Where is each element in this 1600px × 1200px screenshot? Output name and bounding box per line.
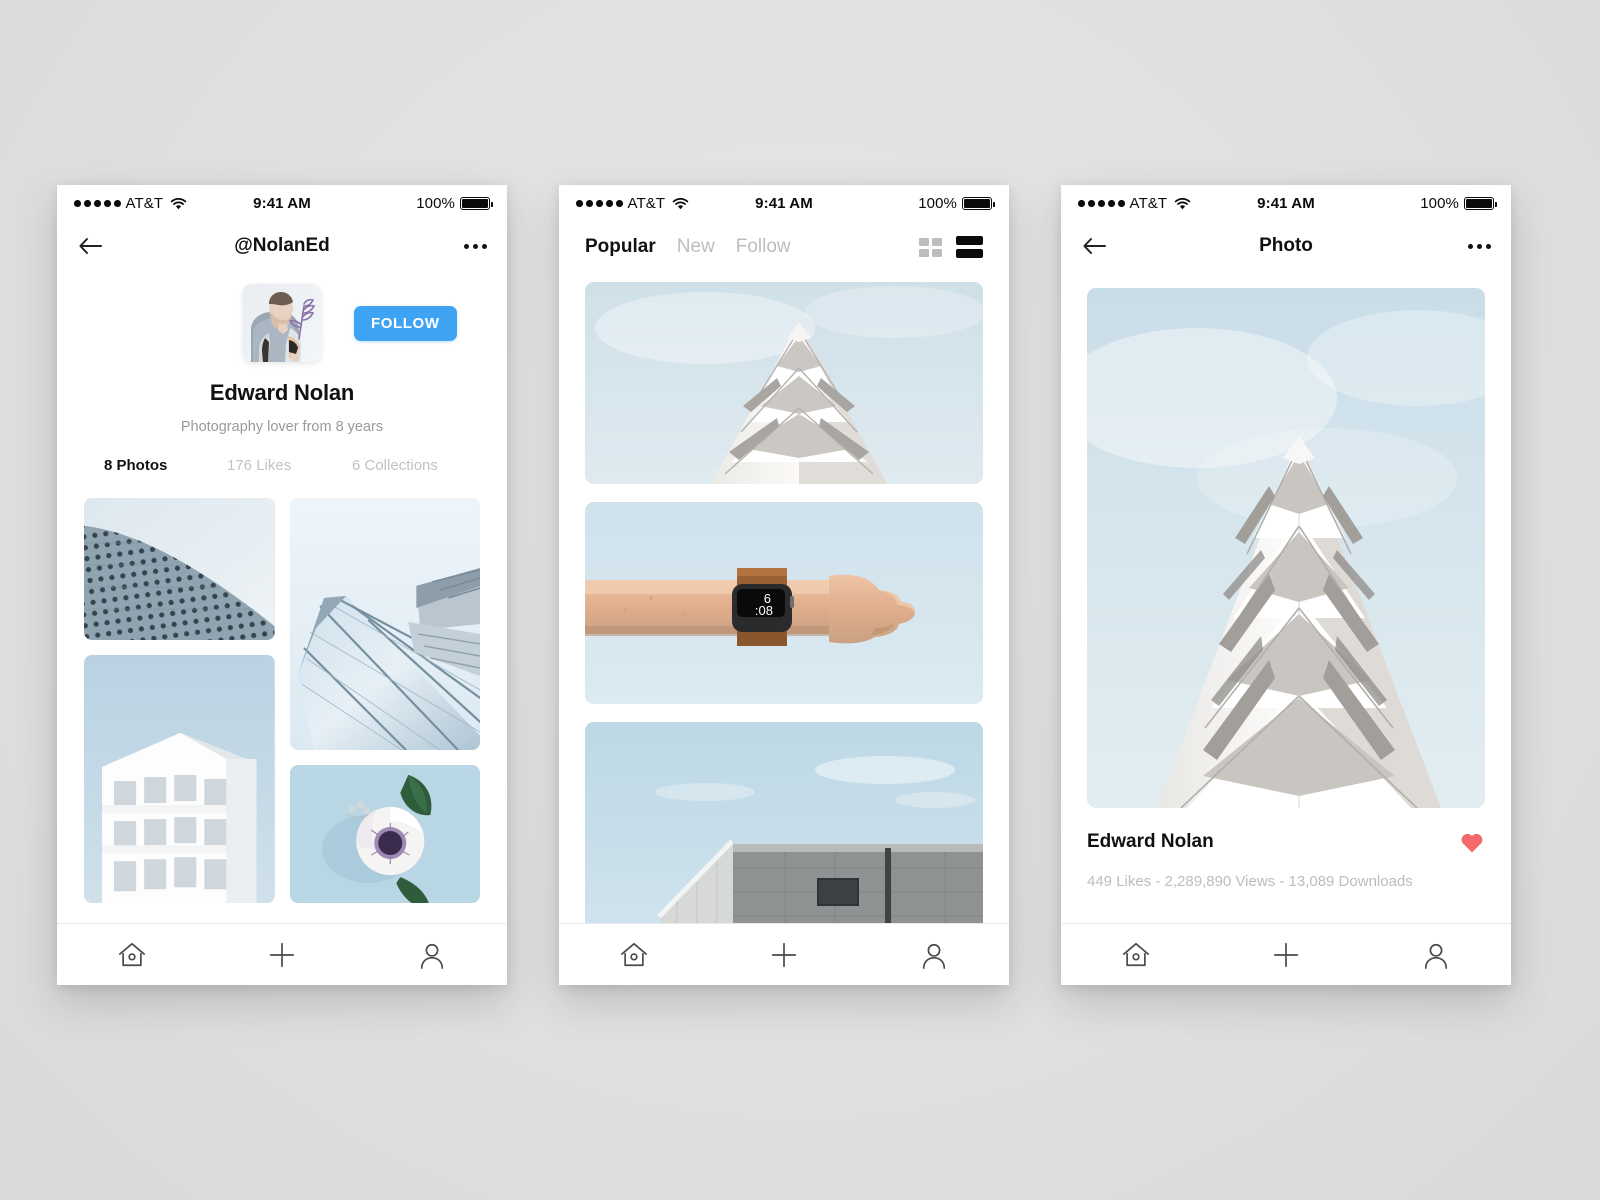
wifi-icon: [170, 197, 187, 210]
plus-icon[interactable]: [207, 940, 357, 970]
status-bar: AT&T 9:41 AM 100%: [1061, 185, 1511, 222]
status-bar: AT&T 9:41 AM 100%: [559, 185, 1009, 222]
white-stepped-building-photo[interactable]: [1087, 288, 1485, 808]
avatar[interactable]: [243, 284, 321, 362]
battery-percent-label: 100%: [416, 195, 455, 212]
plus-icon[interactable]: [1211, 940, 1361, 970]
home-icon[interactable]: [559, 941, 709, 969]
battery-percent-label: 100%: [918, 195, 957, 212]
tab-follow[interactable]: Follow: [736, 236, 791, 258]
signal-strength-icon: [576, 200, 623, 207]
profile-stats: 8 Photos 176 Likes 6 Collections: [57, 457, 507, 474]
status-bar-right: 100%: [827, 195, 995, 212]
profile-icon[interactable]: [859, 941, 1009, 969]
clock-label: 9:41 AM: [755, 195, 813, 212]
carrier-label: AT&T: [1129, 195, 1168, 212]
arrow-left-icon[interactable]: [1081, 235, 1107, 257]
photo-author-row: Edward Nolan: [1087, 830, 1485, 854]
photo-grid: [57, 498, 507, 903]
list-view-icon[interactable]: [956, 236, 983, 258]
battery-full-icon: [1464, 197, 1497, 210]
ellipsis-icon[interactable]: [1468, 243, 1491, 249]
arrow-left-icon[interactable]: [77, 235, 103, 257]
photo-metadata: Edward Nolan 449 Likes - 2,289,890 Views…: [1061, 808, 1511, 890]
status-bar-left: AT&T: [576, 195, 741, 212]
profile-bio: Photography lover from 8 years: [180, 419, 384, 435]
feed-navigation-bar: Popular New Follow: [559, 222, 1009, 272]
tab-popular[interactable]: Popular: [585, 236, 656, 258]
photo-author: Edward Nolan: [1087, 831, 1214, 852]
feed-list: 6 :08: [559, 282, 1009, 932]
view-mode-toggle: [919, 236, 983, 258]
glass-tower-photo[interactable]: [289, 498, 480, 750]
profile-header: FOLLOW: [57, 284, 507, 362]
wifi-icon: [1174, 197, 1191, 210]
like-heart-icon[interactable]: [1459, 830, 1485, 854]
follow-button[interactable]: FOLLOW: [354, 306, 457, 341]
feed-tabs: Popular New Follow: [585, 236, 791, 258]
clock-label: 9:41 AM: [253, 195, 311, 212]
svg-text::08: :08: [755, 603, 773, 618]
white-stepped-building-photo[interactable]: [585, 282, 983, 484]
tab-bar: [57, 923, 507, 985]
wifi-icon: [672, 197, 689, 210]
home-icon[interactable]: [57, 941, 207, 969]
concrete-building-photo[interactable]: [585, 722, 983, 932]
battery-full-icon: [460, 197, 493, 210]
phone-screen-feed: AT&T 9:41 AM 100% Popular New Follow 6:…: [559, 185, 1009, 985]
carrier-label: AT&T: [627, 195, 666, 212]
stat-likes[interactable]: 176 Likes: [227, 457, 352, 474]
grid-column-right: [289, 498, 480, 903]
navigation-bar: Photo: [1061, 222, 1511, 270]
navigation-bar: @NolanEd: [57, 222, 507, 270]
photo-stats: 449 Likes - 2,289,890 Views - 13,089 Dow…: [1087, 873, 1413, 890]
grid-view-icon[interactable]: [919, 237, 942, 257]
status-bar-right: 100%: [325, 195, 493, 212]
tab-new[interactable]: New: [677, 236, 715, 258]
phone-screen-detail: AT&T 9:41 AM 100% Photo Edward Nolan 449…: [1061, 185, 1511, 985]
status-bar-left: AT&T: [1078, 195, 1243, 212]
apple-watch-wrist-photo[interactable]: 6 :08: [585, 502, 983, 704]
page-title: @NolanEd: [234, 235, 330, 256]
profile-name: Edward Nolan: [209, 380, 355, 405]
signal-strength-icon: [1078, 200, 1125, 207]
profile-icon[interactable]: [1361, 941, 1511, 969]
status-bar-left: AT&T: [74, 195, 239, 212]
battery-full-icon: [962, 197, 995, 210]
signal-strength-icon: [74, 200, 121, 207]
perforated-facade-photo[interactable]: [84, 498, 275, 640]
white-apartment-photo[interactable]: [84, 655, 275, 903]
phone-screen-profile: AT&T 9:41 AM 100% @NolanEd FOLLOW Edward…: [57, 185, 507, 985]
battery-percent-label: 100%: [1420, 195, 1459, 212]
grid-column-left: [84, 498, 275, 903]
stat-collections[interactable]: 6 Collections: [352, 457, 487, 474]
page-title: Photo: [1259, 235, 1313, 256]
plus-icon[interactable]: [709, 940, 859, 970]
status-bar-right: 100%: [1329, 195, 1497, 212]
anemone-flower-photo[interactable]: [289, 765, 480, 903]
ellipsis-icon[interactable]: [464, 243, 487, 249]
home-icon[interactable]: [1061, 941, 1211, 969]
tab-bar: [1061, 923, 1511, 985]
screenshot-canvas: AT&T 9:41 AM 100% @NolanEd FOLLOW Edward…: [0, 0, 1600, 1200]
carrier-label: AT&T: [125, 195, 164, 212]
tab-bar: [559, 923, 1009, 985]
status-bar: AT&T 9:41 AM 100%: [57, 185, 507, 222]
profile-icon[interactable]: [357, 941, 507, 969]
stat-photos[interactable]: 8 Photos: [77, 457, 227, 474]
clock-label: 9:41 AM: [1257, 195, 1315, 212]
